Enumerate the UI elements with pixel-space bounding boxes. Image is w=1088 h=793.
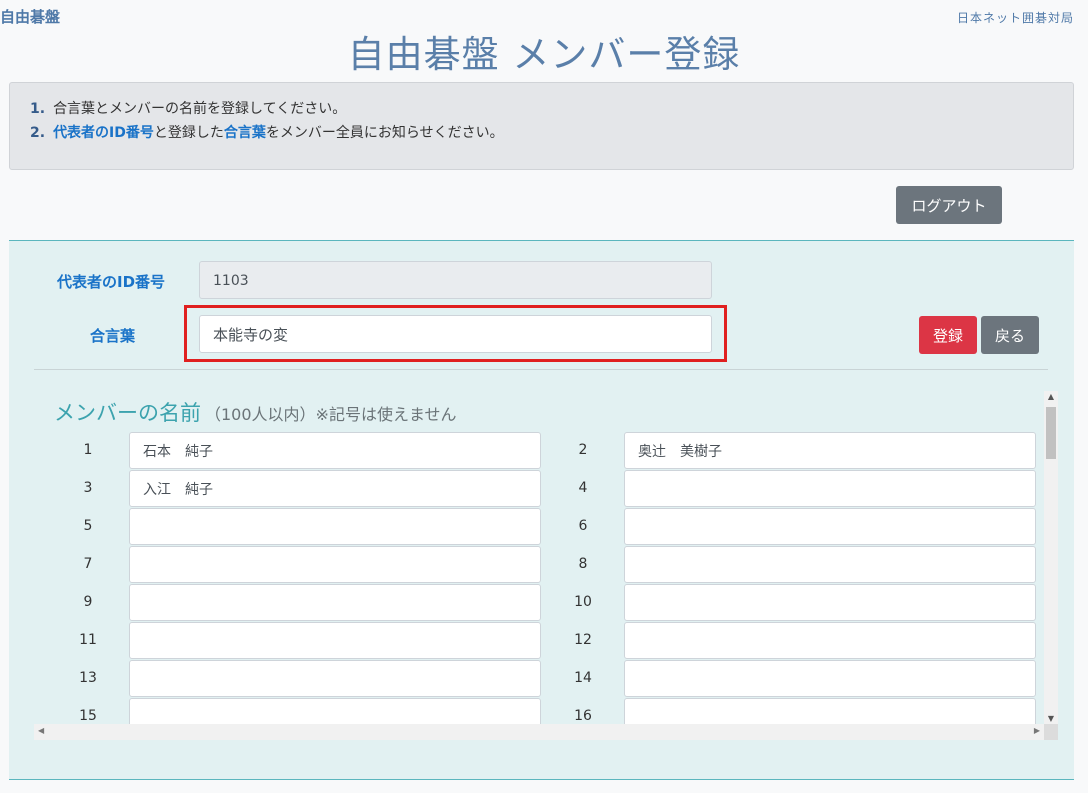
member-name-input[interactable] bbox=[129, 660, 541, 697]
member-number: 7 bbox=[83, 556, 93, 572]
member-name-input[interactable] bbox=[624, 508, 1036, 545]
member-number: 15 bbox=[79, 708, 97, 724]
instruction-1: 1. 合言葉とメンバーの名前を登録してください。 bbox=[30, 97, 1073, 121]
instruction-2-number: 2. bbox=[30, 125, 46, 141]
scroll-down-icon[interactable]: ▼ bbox=[1044, 714, 1058, 723]
member-name-input[interactable] bbox=[624, 470, 1036, 507]
member-name-input[interactable] bbox=[129, 508, 541, 545]
member-name-input[interactable] bbox=[624, 698, 1036, 724]
back-button[interactable]: 戻る bbox=[981, 316, 1039, 354]
member-name-input[interactable] bbox=[129, 546, 541, 583]
member-name-input[interactable] bbox=[624, 660, 1036, 697]
instruction-1-text: 合言葉とメンバーの名前を登録してください。 bbox=[53, 101, 347, 117]
member-number: 5 bbox=[83, 518, 93, 534]
instruction-1-number: 1. bbox=[30, 101, 46, 117]
instruction-2-highlight-id: 代表者のID番号 bbox=[53, 125, 154, 141]
password-label: 合言葉 bbox=[90, 327, 136, 345]
member-row: 9 10 bbox=[34, 584, 1044, 622]
member-name-input[interactable] bbox=[129, 698, 541, 724]
member-row: 1 2 bbox=[34, 432, 1044, 470]
instruction-2-highlight-password: 合言葉 bbox=[223, 125, 266, 141]
member-name-input[interactable] bbox=[129, 432, 541, 469]
register-button[interactable]: 登録 bbox=[919, 316, 977, 354]
member-number: 6 bbox=[578, 518, 588, 534]
member-name-input[interactable] bbox=[129, 622, 541, 659]
scroll-up-icon[interactable]: ▲ bbox=[1044, 392, 1058, 401]
members-scroll-area[interactable]: メンバーの名前（100人以内）※記号は使えません 1 2 3 4 5 6 7 8 bbox=[34, 391, 1056, 724]
instructions-box: 1. 合言葉とメンバーの名前を登録してください。 2. 代表者のID番号と登録した合… bbox=[9, 82, 1074, 170]
member-name-input[interactable] bbox=[624, 584, 1036, 621]
member-row: 11 12 bbox=[34, 622, 1044, 660]
id-field: 1103 bbox=[199, 261, 712, 299]
logout-button[interactable]: ログアウト bbox=[896, 186, 1002, 224]
vertical-scrollbar[interactable]: ▲ ▼ bbox=[1044, 391, 1058, 724]
member-name-input[interactable] bbox=[624, 622, 1036, 659]
member-number: 1 bbox=[83, 442, 93, 458]
instruction-2-mid: と登録した bbox=[153, 125, 224, 141]
member-number: 9 bbox=[83, 594, 93, 610]
password-input[interactable] bbox=[199, 315, 712, 353]
members-heading-note: （100人以内）※記号は使えません bbox=[205, 405, 457, 424]
member-number: 13 bbox=[79, 670, 97, 686]
member-row: 13 14 bbox=[34, 660, 1044, 698]
member-number: 8 bbox=[578, 556, 588, 572]
member-name-input[interactable] bbox=[129, 470, 541, 507]
member-number: 14 bbox=[574, 670, 592, 686]
scrollbar-corner bbox=[1044, 724, 1058, 740]
instruction-2: 2. 代表者のID番号と登録した合言葉をメンバー全員にお知らせください。 bbox=[30, 121, 1073, 145]
members-heading: メンバーの名前 （100人以内）※記号は使えません bbox=[54, 397, 456, 427]
registration-panel: 代表者のID番号 1103 合言葉 登録 戻る メンバーの名前（100人以内）※… bbox=[9, 240, 1074, 780]
member-name-input[interactable] bbox=[129, 584, 541, 621]
divider bbox=[34, 369, 1048, 370]
member-number: 11 bbox=[79, 632, 97, 648]
member-number: 12 bbox=[574, 632, 592, 648]
page-title: 自由碁盤 メンバー登録 bbox=[347, 33, 741, 76]
member-row: 5 6 bbox=[34, 508, 1044, 546]
scroll-left-icon[interactable]: ◀ bbox=[38, 726, 44, 735]
member-number: 3 bbox=[83, 480, 93, 496]
member-row: 3 4 bbox=[34, 470, 1044, 508]
scrollbar-thumb[interactable] bbox=[1046, 407, 1056, 459]
scroll-right-icon[interactable]: ▶ bbox=[1034, 726, 1040, 735]
instruction-2-end: をメンバー全員にお知らせください。 bbox=[265, 125, 504, 141]
members-heading-title: メンバーの名前 bbox=[54, 401, 201, 425]
member-number: 10 bbox=[574, 594, 592, 610]
member-row: 15 16 bbox=[34, 698, 1044, 724]
member-number: 16 bbox=[574, 708, 592, 724]
member-number: 4 bbox=[578, 480, 588, 496]
member-number: 2 bbox=[578, 442, 588, 458]
id-label: 代表者のID番号 bbox=[57, 273, 166, 291]
horizontal-scrollbar[interactable]: ◀ ▶ bbox=[34, 724, 1044, 740]
member-row: 7 8 bbox=[34, 546, 1044, 584]
member-name-input[interactable] bbox=[624, 432, 1036, 469]
member-name-input[interactable] bbox=[624, 546, 1036, 583]
